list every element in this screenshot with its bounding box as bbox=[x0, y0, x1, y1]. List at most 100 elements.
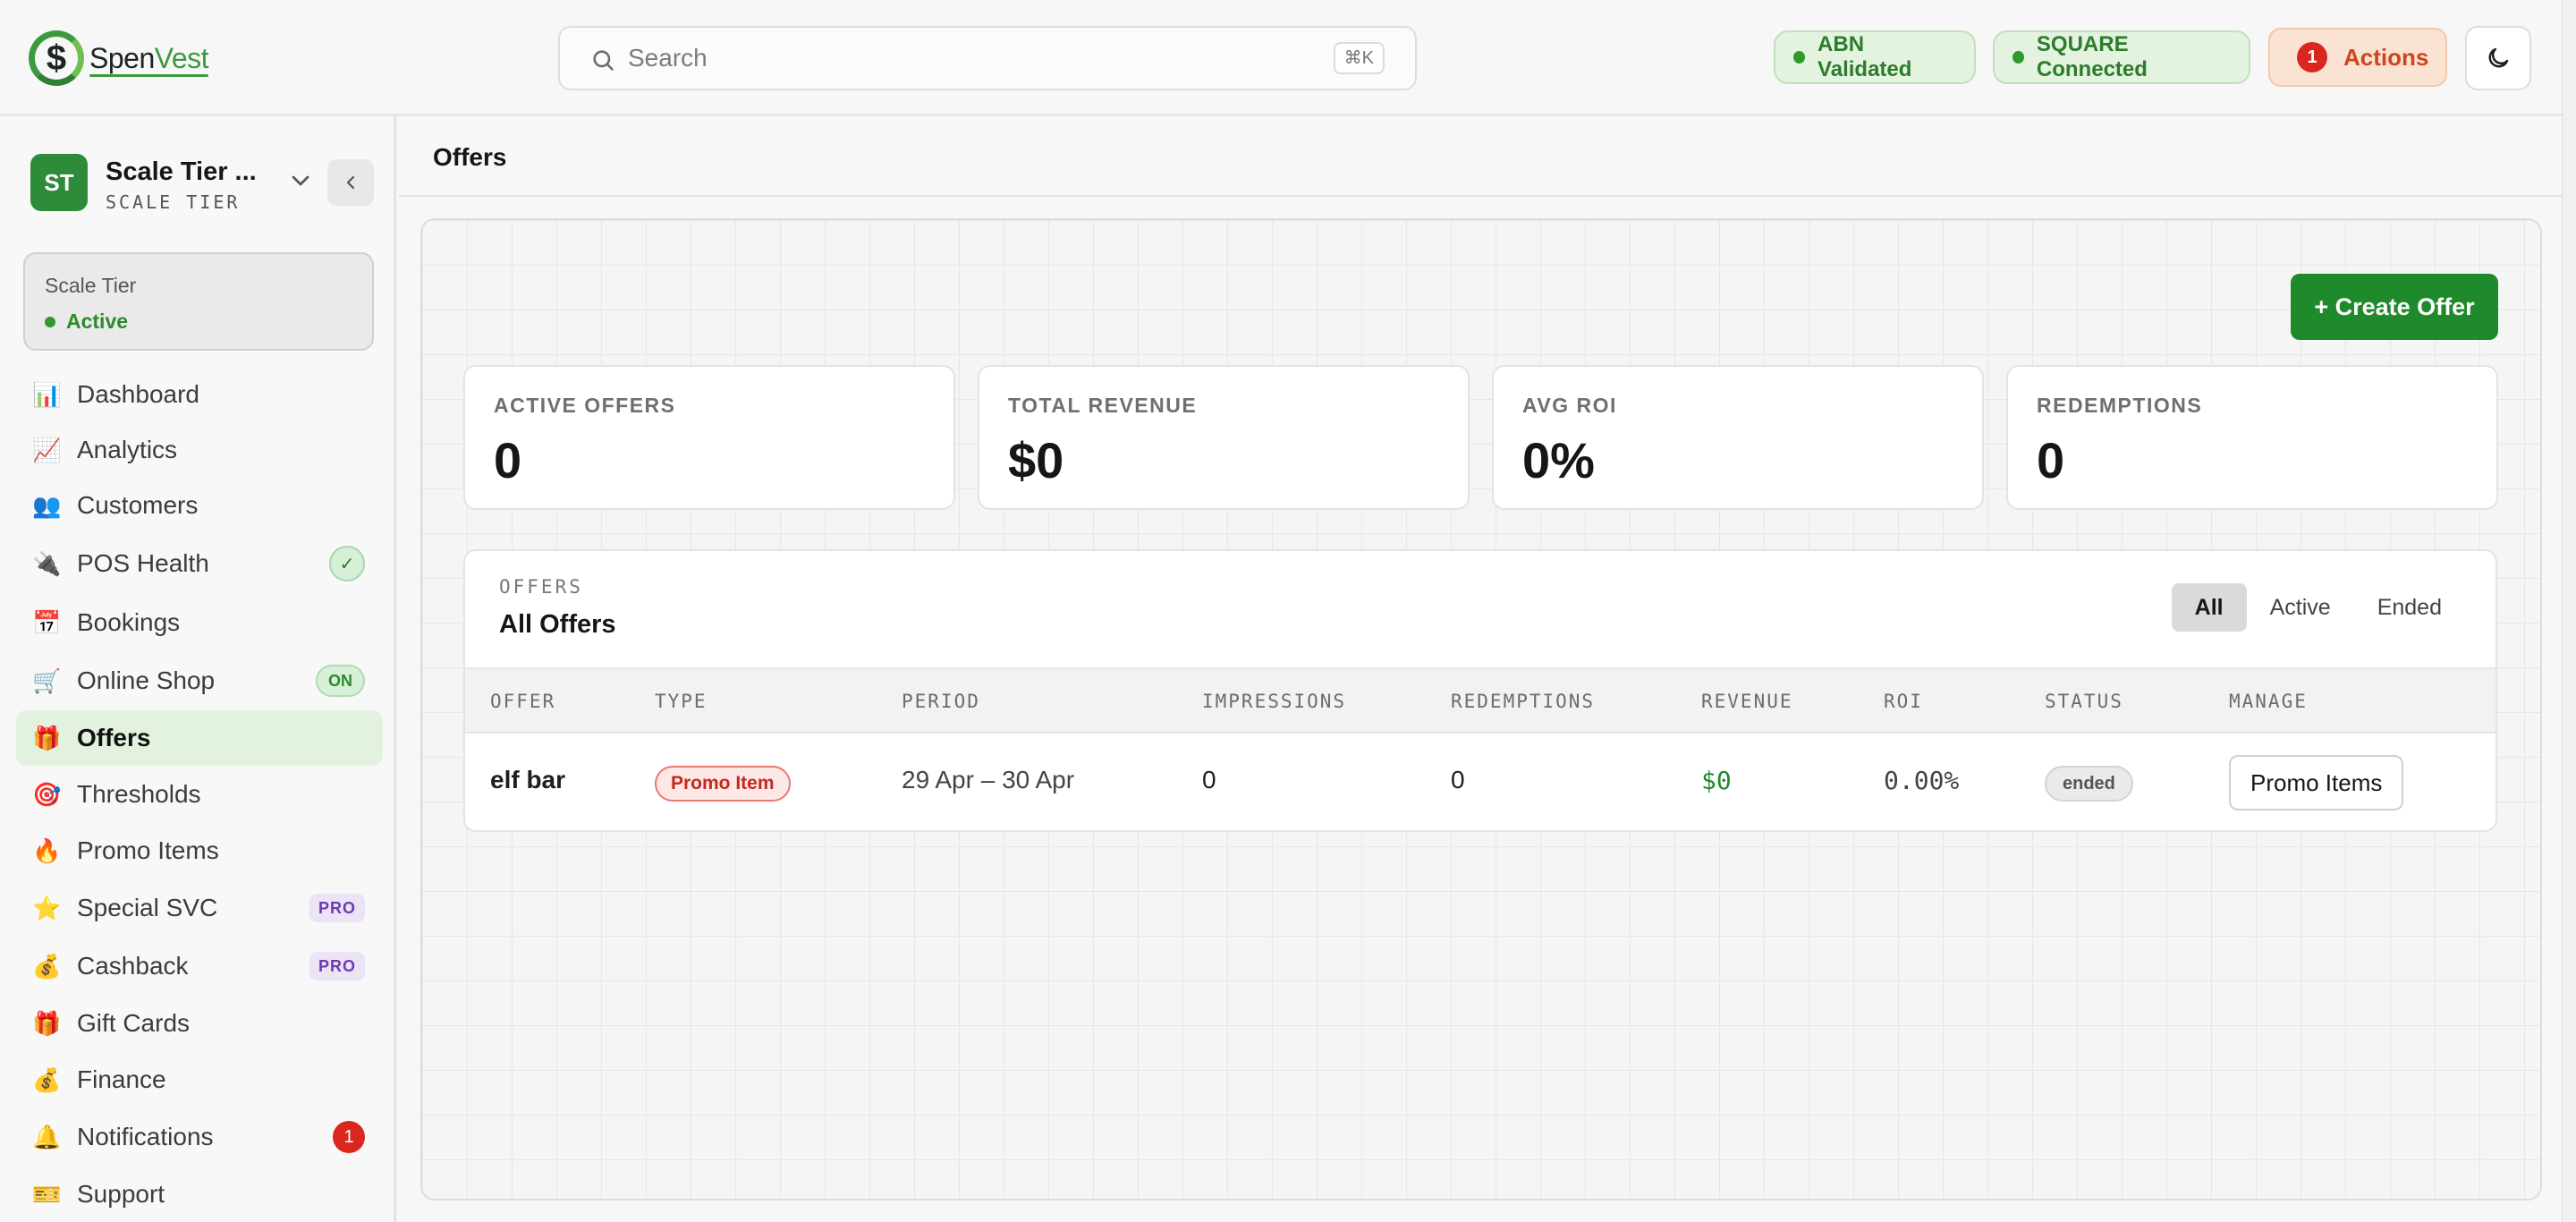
stat-card-avg-roi: AVG ROI 0% bbox=[1492, 365, 1984, 510]
sidebar-item-label: Cashback bbox=[77, 952, 189, 980]
tier-status-label: Active bbox=[66, 310, 129, 333]
sidebar-item-gift-cards[interactable]: 🎁 Gift Cards bbox=[16, 995, 383, 1052]
brand-logo[interactable]: $ SpenVest bbox=[29, 27, 209, 89]
sidebar-item-bookings[interactable]: 📅 Bookings bbox=[16, 594, 383, 651]
sidebar-item-special-svc[interactable]: ⭐ Special SVC PRO bbox=[16, 878, 383, 938]
offer-impressions: 0 bbox=[1202, 766, 1216, 793]
org-avatar: ST bbox=[30, 154, 88, 211]
star-icon: ⭐ bbox=[32, 894, 62, 921]
filter-tab-ended[interactable]: Ended bbox=[2354, 583, 2465, 632]
sidebar-item-label: Bookings bbox=[77, 608, 181, 636]
sidebar-item-label: Promo Items bbox=[77, 836, 219, 864]
stat-card-active-offers: ACTIVE OFFERS 0 bbox=[463, 365, 955, 510]
stat-label: REDEMPTIONS bbox=[2037, 394, 2203, 417]
abn-status-label: ABN Validated bbox=[1818, 32, 1912, 81]
stat-card-redemptions: REDEMPTIONS 0 bbox=[2006, 365, 2498, 510]
offer-roi: 0.00% bbox=[1884, 766, 1960, 795]
stat-value: $0 bbox=[1008, 432, 1064, 488]
pro-badge: PRO bbox=[309, 952, 365, 980]
top-bar: $ SpenVest ⌘K ABN Validated SQUARE Conne… bbox=[0, 0, 2562, 116]
table-kicker: OFFERS bbox=[499, 576, 583, 598]
offer-revenue: $0 bbox=[1701, 766, 1732, 795]
stat-label: TOTAL REVENUE bbox=[1008, 394, 1198, 417]
tier-status-card: Scale Tier Active bbox=[23, 252, 374, 351]
create-offer-button[interactable]: + Create Offer bbox=[2291, 274, 2498, 340]
sidebar-item-label: Support bbox=[77, 1180, 165, 1208]
tier-card-title: Scale Tier bbox=[45, 274, 137, 297]
sidebar-item-thresholds[interactable]: 🎯 Thresholds bbox=[16, 766, 383, 823]
status-dot-icon bbox=[1793, 51, 1806, 64]
sidebar-item-label: POS Health bbox=[77, 549, 209, 577]
column-header: IMPRESSIONS bbox=[1202, 691, 1347, 712]
chevron-left-icon bbox=[346, 175, 355, 190]
page-header: Offers bbox=[399, 116, 2562, 197]
bell-icon: 🔔 bbox=[32, 1123, 62, 1150]
sidebar-item-support[interactable]: 🎫 Support bbox=[16, 1167, 383, 1222]
sidebar-item-pos-health[interactable]: 🔌 POS Health ✓ bbox=[16, 533, 383, 594]
table-title: All Offers bbox=[499, 610, 616, 639]
theme-toggle-button[interactable] bbox=[2465, 26, 2531, 90]
analytics-icon: 📈 bbox=[32, 436, 62, 463]
sidebar-item-customers[interactable]: 👥 Customers bbox=[16, 478, 383, 533]
sidebar: ST Scale Tier ... SCALE TIER Scale Tier … bbox=[0, 116, 396, 1222]
column-header: ROI bbox=[1884, 691, 1923, 712]
column-header: STATUS bbox=[2045, 691, 2123, 712]
collapse-sidebar-button[interactable] bbox=[327, 159, 374, 206]
column-header: OFFER bbox=[490, 691, 556, 712]
sidebar-item-promo-items[interactable]: 🔥 Promo Items bbox=[16, 823, 383, 878]
chevron-down-icon[interactable] bbox=[286, 166, 315, 195]
search-input[interactable] bbox=[628, 28, 1254, 89]
gift-icon: 🎁 bbox=[32, 724, 62, 751]
column-header: REDEMPTIONS bbox=[1451, 691, 1596, 712]
actions-button[interactable]: 1 Actions bbox=[2268, 28, 2447, 87]
dashboard-icon: 📊 bbox=[32, 380, 62, 408]
column-header: TYPE bbox=[655, 691, 708, 712]
customers-icon: 👥 bbox=[32, 491, 62, 519]
column-header: REVENUE bbox=[1701, 691, 1793, 712]
sidebar-item-label: Dashboard bbox=[77, 380, 199, 408]
stat-card-total-revenue: TOTAL REVENUE $0 bbox=[978, 365, 1470, 510]
org-tier: SCALE TIER bbox=[106, 191, 241, 213]
status-dot-icon bbox=[2012, 51, 2024, 64]
status-dot-icon bbox=[45, 316, 55, 327]
column-header: MANAGE bbox=[2229, 691, 2308, 712]
gift-icon: 🎁 bbox=[32, 1009, 62, 1037]
stat-value: 0 bbox=[494, 432, 522, 488]
offers-table-card: OFFERS All Offers All Active Ended OFFER… bbox=[463, 549, 2497, 832]
sidebar-item-analytics[interactable]: 📈 Analytics bbox=[16, 422, 383, 478]
sidebar-item-finance[interactable]: 💰 Finance bbox=[16, 1052, 383, 1107]
actions-count-badge: 1 bbox=[2297, 42, 2327, 72]
filter-tab-all[interactable]: All bbox=[2171, 583, 2247, 632]
moon-icon bbox=[2488, 47, 2509, 68]
fire-icon: 🔥 bbox=[32, 836, 62, 864]
offer-name: elf bar bbox=[490, 766, 566, 793]
filter-tab-active[interactable]: Active bbox=[2247, 583, 2354, 632]
notifications-count-badge: 1 bbox=[333, 1121, 365, 1153]
sidebar-item-label: Special SVC bbox=[77, 894, 218, 921]
online-shop-status-badge: ON bbox=[316, 665, 365, 697]
square-status-badge[interactable]: SQUARE Connected bbox=[1993, 30, 2250, 84]
sidebar-item-label: Finance bbox=[77, 1065, 166, 1093]
manage-promo-items-button[interactable]: Promo Items bbox=[2229, 755, 2404, 810]
sidebar-item-label: Notifications bbox=[77, 1123, 214, 1150]
stat-label: ACTIVE OFFERS bbox=[494, 394, 676, 417]
plug-icon: 🔌 bbox=[32, 549, 62, 577]
sidebar-item-label: Gift Cards bbox=[77, 1009, 191, 1037]
abn-status-badge[interactable]: ABN Validated bbox=[1774, 30, 1976, 84]
sidebar-item-dashboard[interactable]: 📊 Dashboard bbox=[16, 367, 383, 422]
money-bag-icon: 💰 bbox=[32, 1065, 62, 1093]
sidebar-item-online-shop[interactable]: 🛒 Online Shop ON bbox=[16, 651, 383, 710]
table-row[interactable]: elf bar Promo Item 29 Apr – 30 Apr 0 0 $… bbox=[465, 734, 2496, 830]
sidebar-item-cashback[interactable]: 💰 Cashback PRO bbox=[16, 938, 383, 995]
offer-status-badge: ended bbox=[2045, 766, 2133, 802]
sidebar-item-offers[interactable]: 🎁 Offers bbox=[16, 710, 383, 766]
sidebar-item-notifications[interactable]: 🔔 Notifications 1 bbox=[16, 1107, 383, 1167]
sidebar-item-label: Analytics bbox=[77, 436, 178, 463]
offer-period: 29 Apr – 30 Apr bbox=[902, 766, 1075, 793]
offer-filter-tabs: All Active Ended bbox=[2171, 583, 2465, 632]
page-scrollbar[interactable] bbox=[2562, 0, 2576, 1222]
stat-label: AVG ROI bbox=[1522, 394, 1617, 417]
search-box[interactable]: ⌘K bbox=[558, 26, 1417, 90]
tier-card-status: Active bbox=[45, 310, 128, 334]
check-icon: ✓ bbox=[329, 546, 365, 581]
